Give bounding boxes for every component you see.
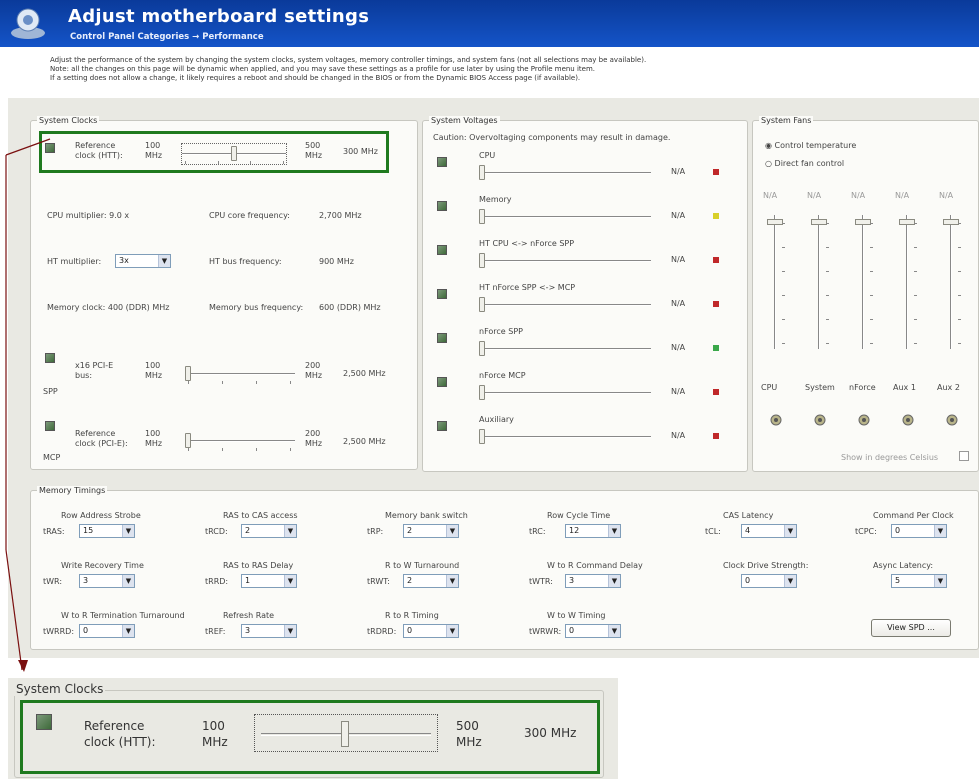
zoom-slider-thumb[interactable] bbox=[341, 721, 349, 747]
zoom-min: 100 MHz bbox=[202, 719, 228, 749]
zoom-value: 300 MHz bbox=[524, 726, 577, 740]
callout-arrow bbox=[5, 138, 51, 672]
zoom-inset: System Clocks Reference clock (HTT): 100 M… bbox=[8, 678, 618, 779]
zoom-legend: System Clocks bbox=[14, 682, 106, 696]
zoom-label: Reference clock (HTT): bbox=[84, 719, 156, 749]
zoom-clock-icon bbox=[36, 714, 52, 730]
zoom-max: 500 MHz bbox=[456, 719, 482, 749]
zoom-slider[interactable] bbox=[254, 714, 438, 752]
